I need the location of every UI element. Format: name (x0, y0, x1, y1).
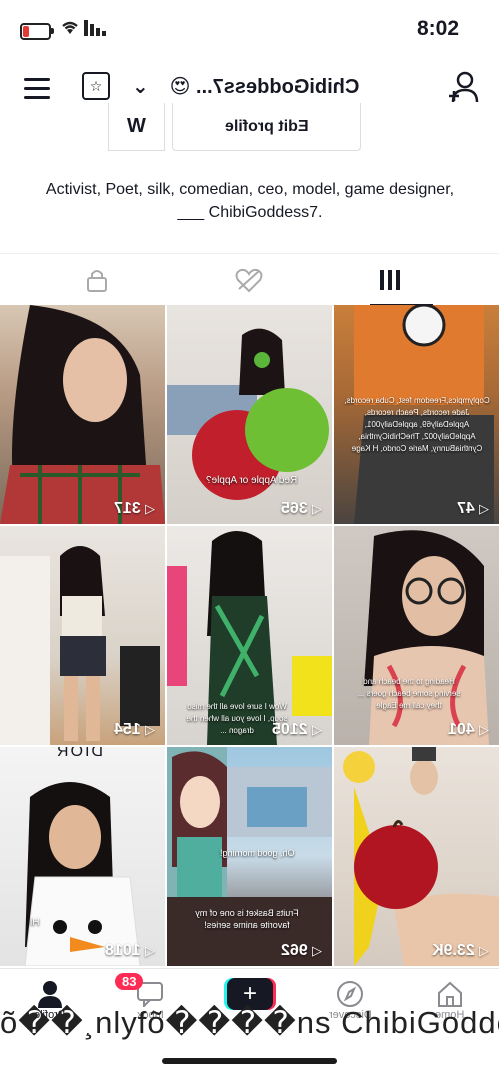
view-count: 365 (281, 500, 308, 517)
tab-private[interactable] (47, 254, 147, 305)
profile-bio: Activist, Poet, silk, comedian, ceo, mod… (45, 181, 455, 221)
anime-dialog-caption: Oh, good morning! (219, 848, 295, 858)
view-count: 962 (281, 942, 308, 959)
clock: 8:02 (416, 17, 459, 40)
play-icon: ▷ (479, 943, 489, 958)
wifi-icon (60, 18, 80, 41)
video-thumbnail[interactable]: Coplympics,Freedom fest, Cuba records, J… (334, 305, 499, 524)
video-caption: Heading to the beach and serving some be… (357, 677, 461, 710)
play-icon: ▷ (145, 722, 155, 737)
bookmark-button[interactable]: W (108, 103, 165, 151)
home-indicator (162, 1058, 337, 1064)
play-icon: ▷ (479, 501, 489, 516)
video-caption: Fruits Basket is one of my favorite anim… (195, 908, 299, 930)
view-count: 317 (114, 500, 141, 517)
play-icon: ▷ (479, 722, 489, 737)
profile-icon (38, 981, 62, 1008)
video-thumbnail[interactable]: Red Apple or Apple? 365 ▷ (167, 305, 332, 524)
video-thumbnail[interactable]: 23.9K ▷ (334, 747, 499, 966)
username-emoji: 😍 (169, 76, 191, 98)
tab-liked[interactable] (199, 254, 299, 305)
video-thumbnail[interactable]: 317 ▷ (0, 305, 165, 524)
grid-icon (380, 269, 400, 290)
add-user-icon[interactable] (447, 70, 479, 109)
profile-tabs (0, 253, 499, 306)
video-thumbnail[interactable]: Wow I sure love all the miso soup, I lov… (167, 526, 332, 745)
video-caption: Red Apple or Apple? (206, 475, 298, 486)
video-thumbnail[interactable]: 154 ▷ (0, 526, 165, 745)
tab-videos[interactable] (340, 254, 440, 306)
lock-icon (87, 269, 107, 292)
view-count: 401 (448, 721, 475, 738)
view-count: 2105 (272, 721, 308, 738)
calendar-star-icon[interactable]: ☆ (82, 72, 110, 100)
username-title[interactable]: 😍 ChibiGoddess7... (152, 74, 377, 99)
edit-profile-label: Edit profile (224, 117, 309, 135)
video-caption: Coplympics,Freedom fest, Cuba records, J… (344, 396, 490, 453)
inbox-badge: 83 (115, 973, 144, 990)
bookmark-icon: W (127, 115, 146, 137)
battery-icon (20, 23, 54, 40)
view-count: 154 (114, 721, 141, 738)
home-icon (438, 981, 462, 1007)
play-icon: ▷ (312, 943, 322, 958)
view-count: 23.9K (432, 942, 475, 959)
overlay-marquee-text: õ��¸nlyfõ����ns ChibiGodde (0, 1005, 499, 1040)
edit-profile-button[interactable]: Edit profile (172, 103, 361, 151)
video-thumbnail[interactable]: Heading to the beach and serving some be… (334, 526, 499, 745)
play-icon: ▷ (145, 501, 155, 516)
video-thumbnail[interactable]: Oh, good morning! Fruits Basket is one o… (167, 747, 332, 966)
play-icon: ▷ (145, 943, 155, 958)
play-icon: ▷ (312, 501, 322, 516)
signal-icon (84, 20, 108, 41)
video-grid: 317 ▷ Red Apple or Apple? 365 ▷ Coplympics… (0, 305, 499, 968)
chevron-down-icon[interactable]: ⌄ (132, 74, 149, 99)
view-count: 1018 (105, 942, 141, 959)
hidden-heart-icon (235, 268, 263, 292)
video-caption: Hi (30, 917, 40, 928)
play-icon: ▷ (312, 722, 322, 737)
video-thumbnail[interactable]: DIOR Hi 1018 ▷ (0, 747, 165, 966)
status-bar: 8:02 (0, 0, 499, 58)
compass-icon (337, 981, 363, 1007)
view-count: 47 (457, 500, 475, 517)
username-text: ChibiGoddess7... (196, 76, 360, 98)
menu-icon[interactable] (24, 78, 50, 105)
